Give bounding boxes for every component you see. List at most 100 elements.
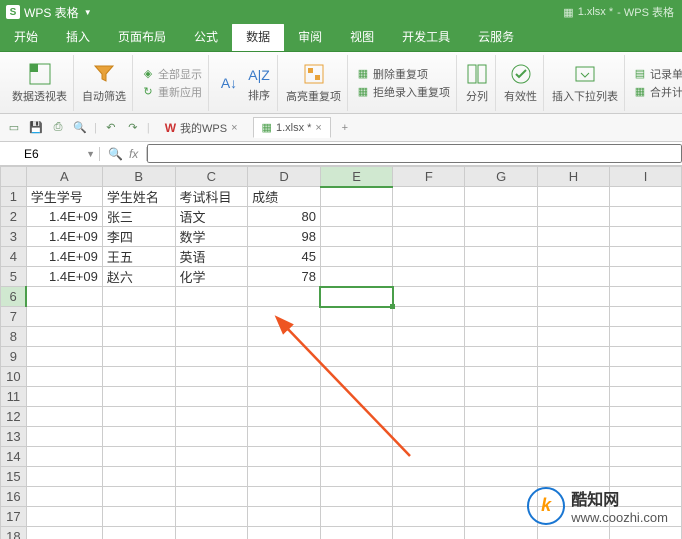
cell[interactable] <box>610 447 682 467</box>
cell[interactable] <box>537 227 609 247</box>
cell[interactable] <box>537 207 609 227</box>
tab-page-layout[interactable]: 页面布局 <box>104 22 180 51</box>
cell[interactable] <box>175 487 248 507</box>
cell[interactable]: 张三 <box>102 207 175 227</box>
cell[interactable] <box>393 447 465 467</box>
close-icon[interactable]: × <box>315 122 321 134</box>
cell[interactable] <box>26 327 102 347</box>
row-header[interactable]: 18 <box>1 527 27 539</box>
cell[interactable] <box>393 527 465 539</box>
cell[interactable]: 英语 <box>175 247 248 267</box>
cell[interactable] <box>465 187 537 207</box>
col-header[interactable]: A <box>26 167 102 187</box>
cell[interactable]: 1.4E+09 <box>26 227 102 247</box>
cell[interactable] <box>248 287 321 307</box>
cell[interactable] <box>102 467 175 487</box>
cell[interactable] <box>175 367 248 387</box>
cell[interactable] <box>537 447 609 467</box>
cell[interactable] <box>248 527 321 539</box>
row-header[interactable]: 2 <box>1 207 27 227</box>
cell[interactable] <box>102 427 175 447</box>
autofilter-button[interactable]: 自动筛选 <box>76 55 133 111</box>
sort-az-button[interactable]: A↓ <box>217 71 241 95</box>
consolidate-button[interactable]: ▦合并计算 <box>633 84 682 100</box>
col-header[interactable]: D <box>248 167 321 187</box>
cell[interactable] <box>610 467 682 487</box>
row-header[interactable]: 16 <box>1 487 27 507</box>
row-header[interactable]: 12 <box>1 407 27 427</box>
cell[interactable] <box>610 187 682 207</box>
qat-preview-icon[interactable]: 🔍 <box>72 120 88 136</box>
cell[interactable] <box>393 287 465 307</box>
cell[interactable] <box>537 387 609 407</box>
cell[interactable] <box>393 207 465 227</box>
cell[interactable] <box>393 467 465 487</box>
cell[interactable] <box>248 507 321 527</box>
cell[interactable]: 语文 <box>175 207 248 227</box>
cell[interactable] <box>537 467 609 487</box>
cell[interactable] <box>26 507 102 527</box>
active-cell[interactable] <box>320 287 392 307</box>
row-header[interactable]: 11 <box>1 387 27 407</box>
row-header[interactable]: 14 <box>1 447 27 467</box>
app-menu-dropdown-icon[interactable]: ▼ <box>83 7 93 17</box>
cell[interactable] <box>102 307 175 327</box>
spreadsheet-grid[interactable]: A B C D E F G H I 1 学生学号 学生姓名 考试科目 成绩 2 … <box>0 166 682 539</box>
cell[interactable] <box>610 287 682 307</box>
cell[interactable] <box>248 327 321 347</box>
cell[interactable] <box>320 307 392 327</box>
select-all-corner[interactable] <box>1 167 27 187</box>
cell[interactable] <box>393 327 465 347</box>
split-col-button[interactable]: 分列 <box>459 55 496 111</box>
cell[interactable] <box>610 387 682 407</box>
cell[interactable] <box>465 287 537 307</box>
cell[interactable] <box>537 347 609 367</box>
cell[interactable] <box>465 467 537 487</box>
cell[interactable] <box>26 447 102 467</box>
cell[interactable]: 赵六 <box>102 267 175 287</box>
cell[interactable] <box>175 327 248 347</box>
cell[interactable] <box>537 527 609 539</box>
cell[interactable] <box>26 407 102 427</box>
col-header[interactable]: F <box>393 167 465 187</box>
row-header[interactable]: 7 <box>1 307 27 327</box>
tab-formula[interactable]: 公式 <box>180 22 232 51</box>
cell[interactable] <box>320 187 392 207</box>
cell[interactable] <box>393 387 465 407</box>
row-header[interactable]: 3 <box>1 227 27 247</box>
cell[interactable] <box>393 407 465 427</box>
cell[interactable] <box>102 327 175 347</box>
document-tab[interactable]: ▦ 1.xlsx * × <box>253 117 331 138</box>
cell[interactable] <box>610 427 682 447</box>
cell[interactable]: 化学 <box>175 267 248 287</box>
pivot-button[interactable]: 数据透视表 <box>6 55 74 111</box>
cell[interactable] <box>248 367 321 387</box>
cell[interactable] <box>465 367 537 387</box>
cell[interactable] <box>102 487 175 507</box>
cell[interactable] <box>537 407 609 427</box>
reapply-button[interactable]: ↻重新应用 <box>141 84 202 100</box>
show-all-button[interactable]: ◈全部显示 <box>141 66 202 82</box>
cell[interactable]: 78 <box>248 267 321 287</box>
cell[interactable] <box>393 507 465 527</box>
cell[interactable] <box>393 267 465 287</box>
col-header[interactable]: H <box>537 167 609 187</box>
cell[interactable] <box>26 467 102 487</box>
cell[interactable] <box>393 187 465 207</box>
cell[interactable] <box>537 287 609 307</box>
tab-data[interactable]: 数据 <box>232 22 284 51</box>
cell[interactable] <box>610 267 682 287</box>
cell[interactable] <box>465 407 537 427</box>
cell[interactable]: 98 <box>248 227 321 247</box>
cell[interactable] <box>102 447 175 467</box>
cell[interactable] <box>175 467 248 487</box>
wps-home-tab[interactable]: W 我的WPS × <box>156 116 247 140</box>
cell[interactable] <box>610 227 682 247</box>
cell[interactable] <box>175 427 248 447</box>
name-box[interactable]: E6 ▼ <box>0 147 100 161</box>
cell[interactable] <box>248 487 321 507</box>
cell[interactable] <box>26 307 102 327</box>
fx-icon[interactable]: fx <box>129 147 138 161</box>
cell[interactable] <box>320 407 392 427</box>
cell[interactable] <box>102 287 175 307</box>
